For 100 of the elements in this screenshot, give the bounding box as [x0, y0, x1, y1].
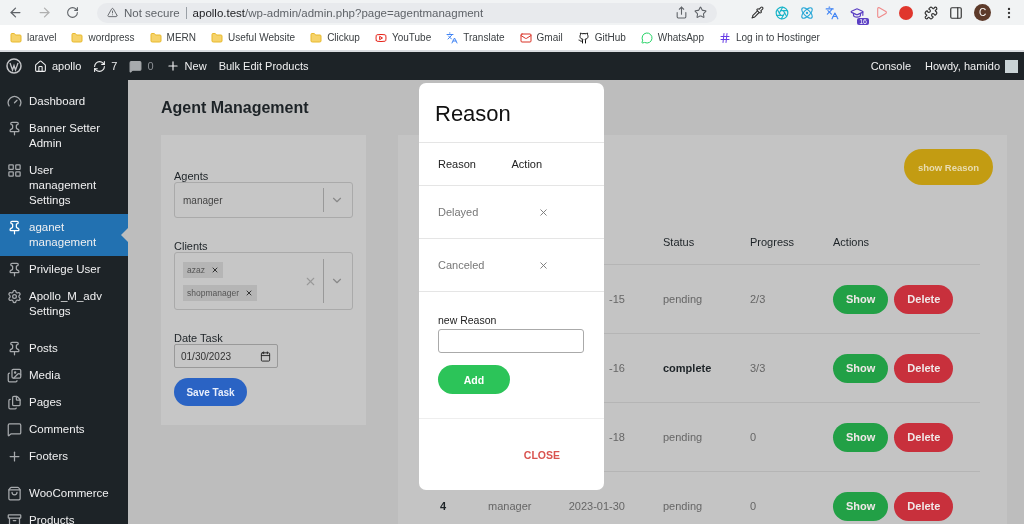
bookmark-link[interactable]: Clickup [327, 32, 360, 43]
table-cell: 4 [440, 500, 447, 512]
menu-item-icon [7, 262, 22, 277]
sidebar-item[interactable]: aganet management [0, 214, 128, 256]
share-icon[interactable] [675, 6, 688, 19]
remove-icon[interactable] [538, 206, 549, 218]
delete-button[interactable]: Delete [894, 422, 954, 452]
client-tag[interactable]: azaz [183, 261, 223, 278]
delete-button[interactable]: Delete [894, 353, 954, 383]
sidebar-item[interactable]: User management Settings [0, 157, 128, 214]
folder-icon [211, 31, 224, 44]
sidebar-item[interactable]: Privilege User [0, 256, 128, 283]
bookmark-link[interactable]: GitHub [594, 32, 626, 43]
console-link[interactable]: Console [870, 60, 911, 72]
table-cell: 0 [750, 431, 757, 443]
new-link[interactable]: New [184, 60, 207, 72]
menu-item-icon [7, 449, 22, 464]
menu-item-icon [7, 486, 22, 501]
comments-icon [129, 59, 143, 73]
greeting-link[interactable]: Howdy, hamido [925, 60, 1000, 72]
eyedropper-icon[interactable] [751, 6, 764, 19]
updates-icon [93, 59, 107, 73]
status-cell: pending [663, 293, 703, 305]
bookmark-link[interactable]: WhatsApp [657, 32, 704, 43]
sidebar-item[interactable]: Dashboard [0, 88, 128, 115]
agents-select[interactable]: manager [174, 182, 353, 218]
table-cell: -18 [609, 431, 625, 443]
remove-icon[interactable] [245, 288, 253, 297]
close-button[interactable]: CLOSE [521, 446, 562, 463]
chat-icon [640, 31, 653, 44]
user-avatar[interactable] [1005, 59, 1018, 73]
home-icon [34, 59, 47, 73]
remove-icon[interactable] [538, 259, 549, 271]
menu-item-icon [7, 422, 22, 437]
remove-icon[interactable] [210, 265, 219, 274]
field-label: Agents [174, 170, 210, 182]
sidebar-item[interactable]: Products [0, 507, 128, 524]
status-cell: pending [663, 431, 703, 443]
sidebar-item[interactable]: Apollo_M_adv Settings [0, 283, 128, 325]
bookmark-link[interactable]: Translate [463, 32, 505, 43]
video-icon [374, 31, 387, 44]
graduation-cap-icon[interactable] [850, 5, 864, 20]
delete-button[interactable]: Delete [894, 491, 954, 521]
calendar-icon[interactable] [260, 350, 271, 362]
column-header: Reason [438, 158, 477, 170]
bookmark-link[interactable]: Gmail [536, 32, 563, 43]
reason-text: Delayed [438, 206, 480, 218]
bookmark-link[interactable]: YouTube [391, 32, 432, 43]
github-icon [577, 31, 590, 44]
sidebar-icon[interactable] [949, 5, 963, 20]
bookmark-link[interactable]: laravel [27, 32, 57, 43]
bookmark-link[interactable]: wordpress [88, 32, 135, 43]
clients-select[interactable]: azaz shopmanager [174, 252, 353, 310]
reload-icon[interactable] [66, 6, 79, 19]
field-label: new Reason [438, 314, 497, 326]
wordpress-logo-icon[interactable] [6, 58, 22, 74]
profile-avatar[interactable]: C [974, 4, 991, 21]
sidebar-item[interactable]: Banner Setter Admin [0, 115, 128, 157]
date-field[interactable]: 01/30/2023 [174, 344, 278, 368]
bookmark-link[interactable]: Useful Website [228, 32, 296, 43]
folder-icon [10, 31, 22, 44]
menu-item-icon [7, 94, 22, 109]
folder-icon [149, 31, 162, 44]
sidebar-item[interactable]: WooCommerce [0, 480, 128, 507]
menu-item-icon [7, 220, 22, 235]
updates-count[interactable]: 7 [111, 60, 118, 72]
back-icon[interactable] [8, 5, 23, 20]
client-tag[interactable]: shopmanager [183, 284, 257, 301]
translate-icon[interactable] [825, 5, 839, 20]
reason-input[interactable] [438, 329, 584, 353]
sidebar-item[interactable]: Footers [0, 443, 128, 470]
star-icon[interactable] [694, 6, 707, 19]
bulk-edit-link[interactable]: Bulk Edit Products [218, 60, 309, 72]
field-label: Clients [174, 240, 209, 252]
save-task-button[interactable]: Save Task [174, 378, 247, 406]
menu-item-icon [7, 513, 22, 524]
folder-icon [71, 31, 84, 44]
sidebar-item[interactable]: Pages [0, 389, 128, 416]
delete-button[interactable]: Delete [894, 284, 954, 314]
field-label: Date Task [174, 332, 224, 344]
sidebar-item[interactable]: Media [0, 362, 128, 389]
puzzle-icon[interactable] [924, 5, 938, 20]
bookmark-link[interactable]: Log in to Hostinger [735, 32, 820, 43]
reason-text: Canceled [438, 259, 486, 271]
site-link[interactable]: apollo [52, 60, 82, 72]
table-cell: -15 [609, 293, 625, 305]
sidebar-item[interactable]: Posts [0, 335, 128, 362]
column-header: Action [511, 158, 544, 170]
dialog-title: Reason [419, 83, 604, 143]
page-title: Agent Management [161, 98, 309, 117]
warning-icon [107, 7, 118, 18]
table-cell: manager [488, 500, 532, 512]
url-text: apollo.test/wp-admin/admin.php?page=agentmanagment [192, 6, 484, 19]
comments-count[interactable]: 0 [147, 60, 154, 72]
bookmark-link[interactable]: MERN [166, 32, 197, 43]
menu-item-icon [7, 163, 22, 178]
sidebar-item[interactable]: Comments [0, 416, 128, 443]
address-bar[interactable]: Not secure apollo.test/wp-admin/admin.php?page=agentmanagment [97, 2, 717, 23]
table-cell: 2/3 [750, 293, 766, 305]
table-cell: 3/3 [750, 362, 766, 374]
